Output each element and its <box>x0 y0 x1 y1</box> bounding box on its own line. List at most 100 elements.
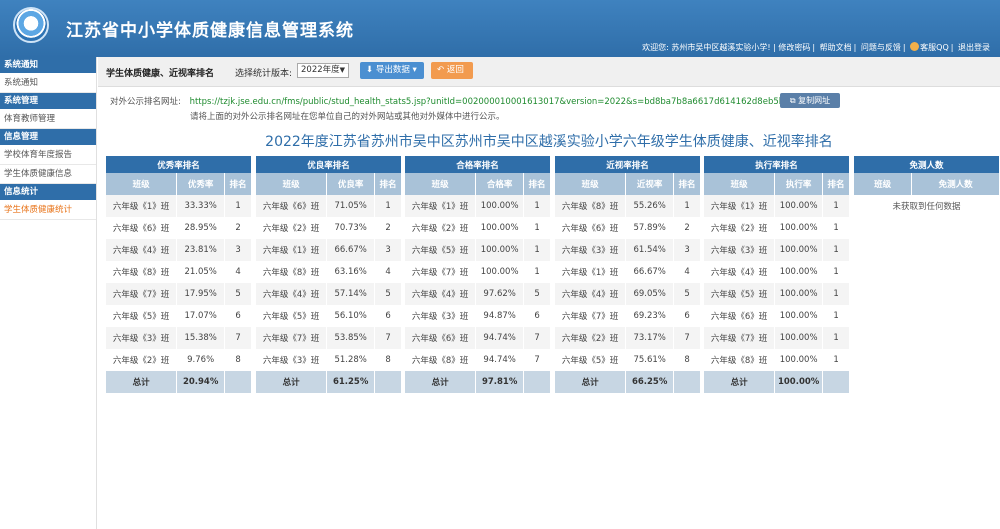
table-cell: 六年级《2》班 <box>106 349 178 371</box>
table-cell: 9.76% <box>176 349 226 371</box>
table-row: 六年级《7》班 100.00% 1 <box>405 261 551 283</box>
sidebar-item-annual-report[interactable]: 学校体育年度报告 <box>0 146 96 165</box>
change-password-link[interactable]: 修改密码 <box>778 43 810 52</box>
total-value: 20.94% <box>176 371 226 393</box>
total-empty <box>673 371 701 393</box>
table-cell: 六年级《6》班 <box>704 305 776 327</box>
table-cell: 六年级《6》班 <box>405 327 477 349</box>
table-cell: 5 <box>224 283 252 305</box>
column-header: 优良率 <box>326 173 376 195</box>
table-cell: 1 <box>523 239 551 261</box>
table-cell: 六年级《8》班 <box>704 349 776 371</box>
report-title: 2022年度江苏省苏州市吴中区苏州市吴中区越溪实验小学六年级学生体质健康、近视率… <box>265 134 833 150</box>
ranking-table: 合格率排名 班级 合格率 排名 六年级《1》班 100.00% 1 六年级《2》班 100.00… <box>405 156 551 393</box>
table-row: 六年级《1》班 100.00% 1 <box>405 195 551 217</box>
table-cell: 100.00% <box>475 217 525 239</box>
table-caption: 优良率排名 <box>256 156 402 173</box>
back-label: 返回 <box>446 65 464 75</box>
sidebar-section-info[interactable]: 信息管理 <box>0 129 96 146</box>
total-row: 总计 97.81% <box>405 371 551 393</box>
version-select[interactable]: 2022年度 ▼ <box>297 63 349 78</box>
sidebar-section-notice[interactable]: 系统通知 <box>0 57 96 74</box>
total-empty <box>822 371 850 393</box>
table-cell: 六年级《7》班 <box>256 327 328 349</box>
sidebar: 系统通知 系统通知 系统管理 体育教师管理 信息管理 学校体育年度报告 学生体质… <box>0 57 97 529</box>
copy-url-button[interactable]: ⧉ 复制网址 <box>780 93 840 108</box>
total-empty <box>224 371 252 393</box>
table-row: 六年级《8》班 55.26% 1 <box>555 195 701 217</box>
app-header: 江苏省中小学体质健康信息管理系统 欢迎您: 苏州市吴中区越溪实验小学! | 修改… <box>0 0 1000 57</box>
table-cell: 4 <box>673 261 701 283</box>
table-row: 六年级《8》班 63.16% 4 <box>256 261 402 283</box>
total-row: 总计 20.94% <box>106 371 252 393</box>
table-cell: 94.87% <box>475 305 525 327</box>
table-cell: 61.54% <box>625 239 675 261</box>
table-cell: 六年级《3》班 <box>256 349 328 371</box>
table-cell: 六年级《2》班 <box>405 217 477 239</box>
sidebar-section-stats[interactable]: 信息统计 <box>0 184 96 201</box>
total-value: 97.81% <box>475 371 525 393</box>
table-cell: 六年级《6》班 <box>256 195 328 217</box>
sidebar-section-system[interactable]: 系统管理 <box>0 93 96 110</box>
ranking-table: 近视率排名 班级 近视率 排名 六年级《8》班 55.26% 1 六年级《6》班 57.89% 2… <box>555 156 701 393</box>
total-row: 总计 100.00% <box>704 371 850 393</box>
table-row: 六年级《3》班 100.00% 1 <box>704 239 850 261</box>
table-cell: 7 <box>523 349 551 371</box>
table-cell: 6 <box>374 305 402 327</box>
logout-link[interactable]: 退出登录 <box>958 43 990 52</box>
table-cell: 69.23% <box>625 305 675 327</box>
table-cell: 六年级《8》班 <box>405 349 477 371</box>
back-button[interactable]: ↶ 返回 <box>431 62 473 79</box>
qq-support-link[interactable]: 客服QQ <box>920 43 949 52</box>
table-cell: 六年级《6》班 <box>555 217 627 239</box>
table-cell: 六年级《5》班 <box>106 305 178 327</box>
table-cell: 33.33% <box>176 195 226 217</box>
table-cell: 六年级《8》班 <box>256 261 328 283</box>
table-cell: 六年级《1》班 <box>256 239 328 261</box>
table-caption: 免测人数 <box>854 156 1000 173</box>
feedback-link[interactable]: 问题与反馈 <box>861 43 901 52</box>
page-title: 学生体质健康、近视率排名 <box>106 69 215 79</box>
site-title: 江苏省中小学体质健康信息管理系统 <box>66 21 354 41</box>
export-button[interactable]: ⬇ 导出数据 ▾ <box>360 62 424 79</box>
table-cell: 28.95% <box>176 217 226 239</box>
table-cell: 六年级《8》班 <box>555 195 627 217</box>
table-cell: 1 <box>822 261 850 283</box>
sidebar-item-health-info[interactable]: 学生体质健康信息 <box>0 165 96 184</box>
table-cell: 六年级《5》班 <box>256 305 328 327</box>
table-cell: 51.28% <box>326 349 376 371</box>
table-caption: 执行率排名 <box>704 156 850 173</box>
table-cell: 7 <box>374 327 402 349</box>
table-row: 六年级《6》班 57.89% 2 <box>555 217 701 239</box>
total-label: 总计 <box>555 371 627 393</box>
table-cell: 2 <box>673 217 701 239</box>
table-caption: 优秀率排名 <box>106 156 252 173</box>
version-value: 2022年度 <box>301 65 340 75</box>
total-label: 总计 <box>106 371 178 393</box>
table-cell: 1 <box>523 261 551 283</box>
table-cell: 5 <box>673 283 701 305</box>
column-header: 执行率 <box>774 173 824 195</box>
total-empty <box>523 371 551 393</box>
table-cell: 6 <box>224 305 252 327</box>
sidebar-item-health-stats[interactable]: 学生体质健康统计 <box>0 201 96 220</box>
table-row: 六年级《6》班 94.74% 7 <box>405 327 551 349</box>
column-header: 班级 <box>555 173 627 195</box>
table-row: 六年级《5》班 75.61% 8 <box>555 349 701 371</box>
public-url-value[interactable]: https://tzjk.jse.edu.cn/fms/public/stud_… <box>190 97 817 107</box>
table-cell: 六年级《6》班 <box>106 217 178 239</box>
table-row: 六年级《3》班 51.28% 8 <box>256 349 402 371</box>
column-header: 排名 <box>374 173 402 195</box>
table-cell: 15.38% <box>176 327 226 349</box>
column-header: 排名 <box>523 173 551 195</box>
table-cell: 六年级《7》班 <box>106 283 178 305</box>
help-docs-link[interactable]: 帮助文档 <box>820 43 852 52</box>
table-cell: 六年级《3》班 <box>704 239 776 261</box>
table-cell: 69.05% <box>625 283 675 305</box>
table-cell: 100.00% <box>774 261 824 283</box>
public-url-label: 对外公示排名网址: <box>110 97 181 107</box>
export-label: 导出数据 <box>375 65 410 75</box>
sidebar-item-pe-teachers[interactable]: 体育教师管理 <box>0 110 96 129</box>
sidebar-item-system-notice[interactable]: 系统通知 <box>0 74 96 93</box>
table-row: 六年级《5》班 17.07% 6 <box>106 305 252 327</box>
